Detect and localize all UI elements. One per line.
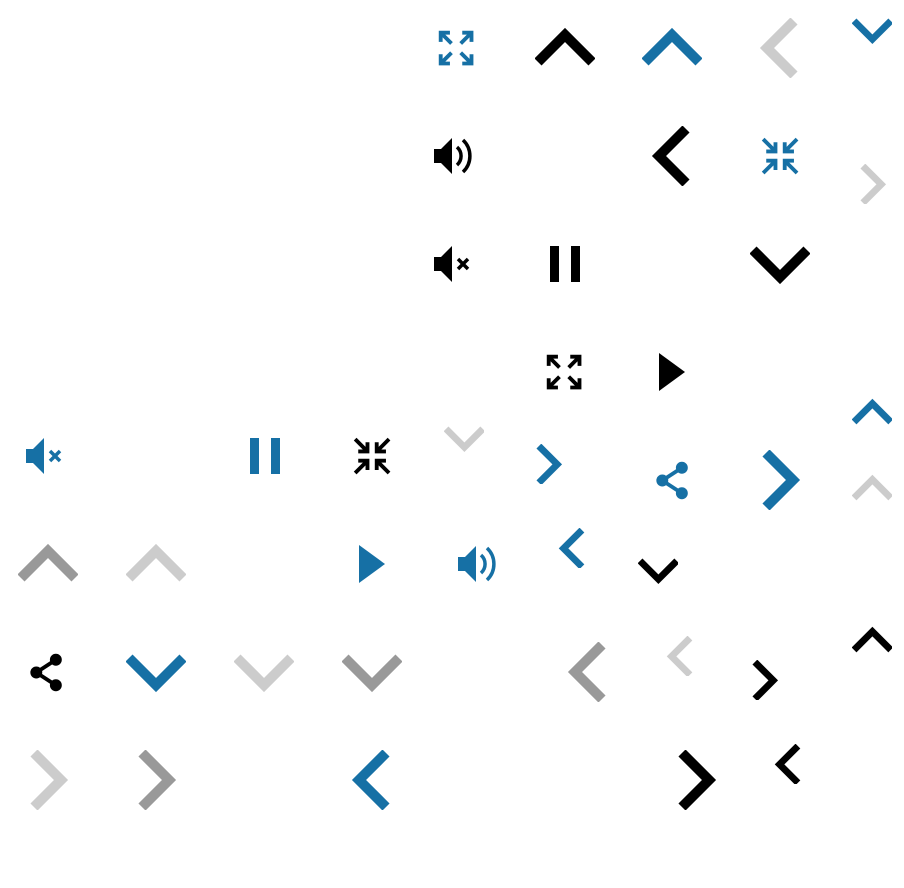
chevron-right-icon xyxy=(138,750,177,810)
chevron-up-icon xyxy=(642,27,702,66)
mute-icon xyxy=(26,438,62,474)
compress-icon xyxy=(353,437,391,475)
compress-icon xyxy=(761,137,799,175)
chevron-down-icon xyxy=(126,654,186,693)
chevron-up-icon xyxy=(126,543,186,582)
volume-icon xyxy=(434,138,472,174)
mute-icon xyxy=(434,246,470,282)
chevron-left-icon xyxy=(651,126,690,186)
chevron-left-icon xyxy=(774,743,800,785)
play-icon xyxy=(359,545,385,583)
chevron-up-icon xyxy=(535,27,595,66)
chevron-up-icon xyxy=(851,626,893,652)
chevron-right-icon xyxy=(762,450,801,510)
chevron-down-icon xyxy=(851,18,893,44)
pause-icon xyxy=(550,246,580,282)
expand-icon xyxy=(438,30,474,66)
chevron-right-icon xyxy=(30,750,69,810)
chevron-left-icon xyxy=(666,635,692,677)
play-icon xyxy=(659,353,685,391)
chevron-up-icon xyxy=(18,543,78,582)
share-icon xyxy=(655,461,688,499)
chevron-right-icon xyxy=(860,163,886,205)
chevron-down-icon xyxy=(342,654,402,693)
expand-icon xyxy=(546,354,582,390)
chevron-down-icon xyxy=(637,558,679,584)
chevron-left-icon xyxy=(558,527,584,569)
chevron-left-icon xyxy=(567,642,606,702)
pause-icon xyxy=(250,438,280,474)
chevron-down-icon xyxy=(750,246,810,285)
volume-icon xyxy=(458,546,496,582)
chevron-down-icon xyxy=(443,426,485,452)
chevron-left-icon xyxy=(759,18,798,78)
chevron-right-icon xyxy=(536,443,562,485)
share-icon xyxy=(29,653,62,691)
chevron-up-icon xyxy=(851,474,893,500)
chevron-up-icon xyxy=(851,398,893,424)
chevron-right-icon xyxy=(678,750,717,810)
chevron-left-icon xyxy=(351,750,390,810)
chevron-right-icon xyxy=(752,659,778,701)
chevron-down-icon xyxy=(234,654,294,693)
